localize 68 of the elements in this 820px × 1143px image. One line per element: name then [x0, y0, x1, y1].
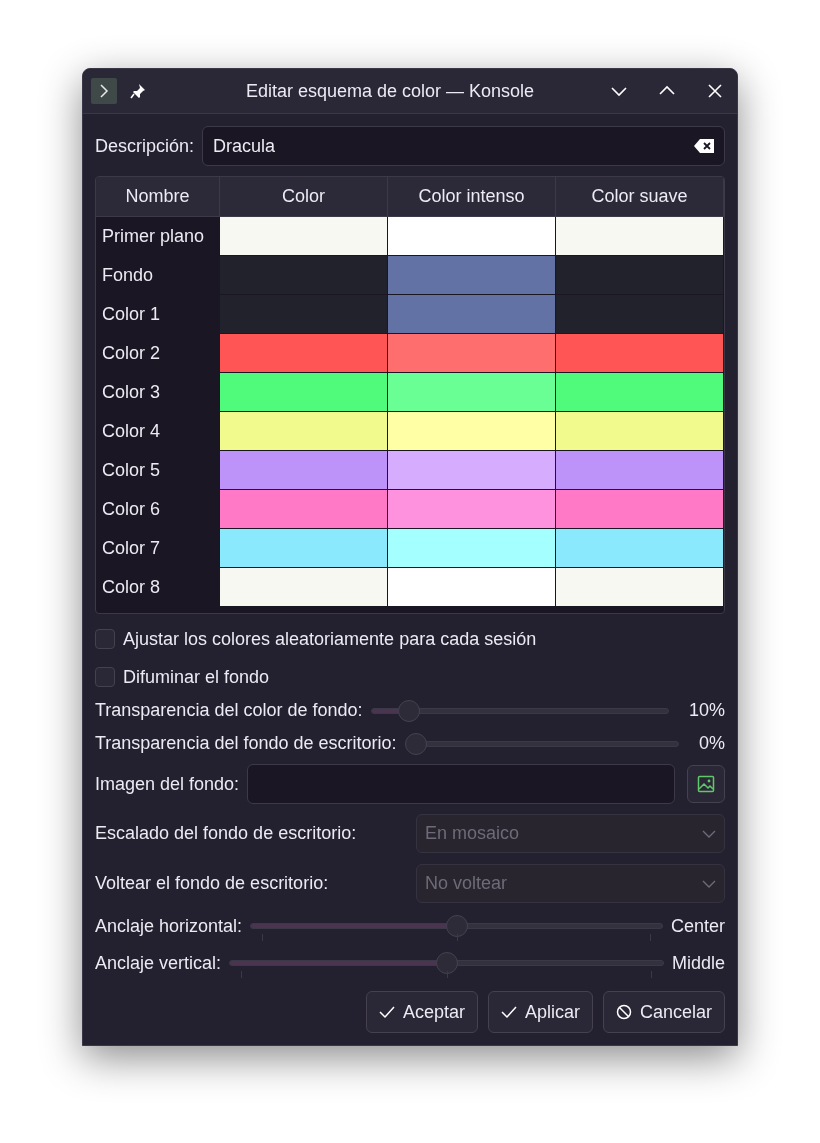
color-swatch[interactable]	[388, 256, 556, 295]
slider-label: Transparencia del fondo de escritorio:	[95, 732, 397, 755]
color-swatch[interactable]	[220, 256, 388, 295]
color-swatch[interactable]	[388, 568, 556, 607]
slider[interactable]	[404, 732, 679, 755]
description-label: Descripción:	[95, 134, 195, 158]
image-path-field[interactable]	[247, 764, 675, 804]
color-swatch[interactable]	[220, 490, 388, 529]
dialog-button[interactable]: Cancelar	[602, 991, 725, 1033]
color-swatch[interactable]	[388, 373, 556, 412]
color-swatch[interactable]	[220, 334, 388, 373]
window-title: Editar esquema de color — Konsole	[244, 79, 536, 103]
color-swatch[interactable]	[388, 529, 556, 568]
color-swatch[interactable]	[388, 295, 556, 334]
image-icon	[697, 775, 715, 793]
color-swatch[interactable]	[388, 217, 556, 256]
check-icon	[378, 1005, 395, 1019]
slider-label: Anclaje horizontal:	[95, 914, 243, 938]
color-swatch[interactable]	[556, 412, 724, 451]
color-swatch[interactable]	[388, 451, 556, 490]
color-swatch[interactable]	[388, 412, 556, 451]
slider-handle[interactable]	[398, 699, 421, 722]
color-swatch[interactable]	[220, 451, 388, 490]
checkbox-label: Difuminar el fondo	[123, 665, 270, 689]
checkbox[interactable]	[95, 629, 115, 649]
slider-value: 10%	[688, 699, 725, 722]
pin-icon[interactable]	[129, 82, 147, 100]
color-swatch[interactable]	[220, 529, 388, 568]
chevron-down-icon	[702, 829, 716, 838]
browse-image-button[interactable]	[687, 765, 725, 803]
slider[interactable]	[370, 699, 669, 722]
color-swatch[interactable]	[556, 295, 724, 334]
color-swatch[interactable]	[556, 568, 724, 607]
chevron-down-icon	[702, 879, 716, 888]
color-swatch[interactable]	[220, 412, 388, 451]
color-swatch[interactable]	[556, 529, 724, 568]
color-swatch[interactable]	[220, 217, 388, 256]
slider-value: 0%	[699, 732, 725, 755]
checkbox[interactable]	[95, 667, 115, 687]
terminal-icon	[91, 78, 117, 104]
cancel-icon	[615, 1004, 632, 1020]
color-swatch[interactable]	[220, 373, 388, 412]
color-swatch[interactable]	[220, 568, 388, 607]
checkbox-label: Ajustar los colores aleatoriamente para cada sesión	[123, 627, 537, 651]
slider-handle[interactable]	[435, 952, 458, 974]
image-label: Imagen del fondo:	[95, 772, 240, 796]
dialog-button[interactable]: Aceptar	[365, 991, 478, 1033]
slider-handle[interactable]	[404, 732, 427, 755]
color-swatch[interactable]	[556, 490, 724, 529]
slider-value: Middle	[671, 951, 725, 975]
dropdown-label: Escalado del fondo de escritorio:	[95, 822, 358, 845]
color-swatch[interactable]	[388, 334, 556, 373]
color-swatch[interactable]	[388, 490, 556, 529]
slider-handle[interactable]	[445, 915, 468, 937]
color-swatch[interactable]	[556, 334, 724, 373]
color-swatch[interactable]	[220, 295, 388, 334]
dialog-button[interactable]: Aplicar	[487, 991, 593, 1033]
clear-icon[interactable]	[694, 139, 714, 153]
color-swatch[interactable]	[556, 217, 724, 256]
dropdown-label: Voltear el fondo de escritorio:	[95, 872, 330, 895]
check-icon	[500, 1005, 517, 1019]
slider-label: Transparencia del color de fondo:	[95, 699, 363, 722]
color-swatch[interactable]	[556, 373, 724, 412]
slider-value: Center	[670, 914, 725, 938]
description-field[interactable]: Dracula	[202, 126, 725, 166]
slider-label: Anclaje vertical:	[95, 951, 222, 975]
color-swatch[interactable]	[556, 256, 724, 295]
color-swatch[interactable]	[556, 451, 724, 490]
